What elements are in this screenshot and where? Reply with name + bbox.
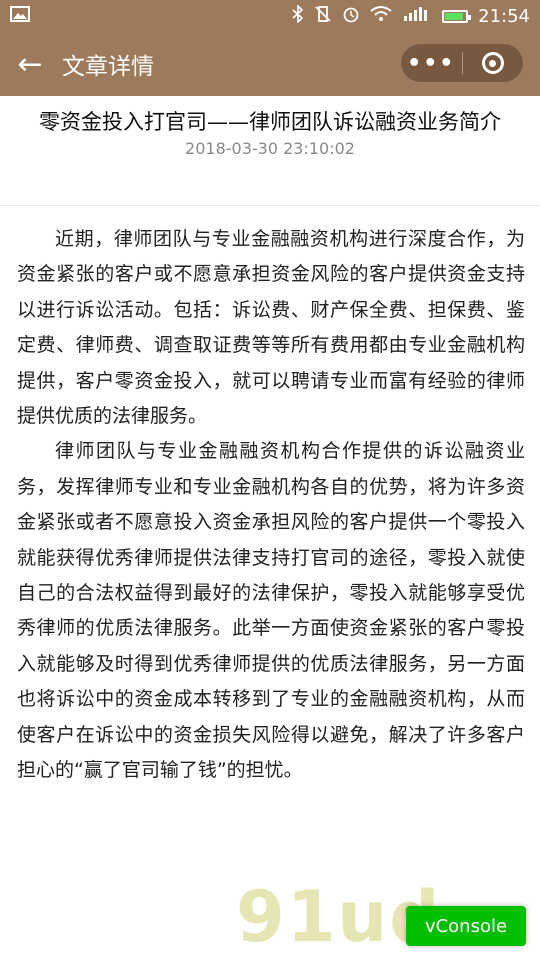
more-dots-icon: ••• bbox=[407, 50, 456, 76]
status-time: 21:54 bbox=[478, 5, 530, 27]
status-bar: 21:54 bbox=[0, 0, 540, 32]
top-nav-bar: ← 文章详情 ••• bbox=[0, 32, 540, 96]
article-title: 零资金投入打官司——律师团队诉讼融资业务简介 bbox=[39, 110, 501, 134]
vconsole-button[interactable]: vConsole bbox=[406, 906, 526, 946]
bluetooth-icon bbox=[292, 3, 304, 28]
mini-program-capsule: ••• bbox=[400, 43, 524, 83]
vibrate-off-icon bbox=[314, 5, 332, 28]
battery-icon bbox=[442, 9, 472, 23]
article-paragraph: 律师团队与专业金融融资机构合作提供的诉讼融资业务，发挥律师专业和专业金融机构各自… bbox=[17, 440, 525, 782]
close-circle-icon bbox=[481, 52, 504, 74]
article-header: 零资金投入打官司——律师团队诉讼融资业务简介 2018-03-30 23:10:… bbox=[0, 96, 540, 206]
wifi-icon bbox=[370, 5, 392, 27]
back-button[interactable]: ← bbox=[0, 32, 60, 96]
article-paragraph: 近期，律师团队与专业金融融资机构进行深度合作，为资金紧张的客户或不愿意承担资金风… bbox=[17, 228, 525, 428]
back-arrow-icon: ← bbox=[17, 46, 43, 82]
more-button[interactable]: ••• bbox=[401, 44, 462, 82]
close-button[interactable] bbox=[462, 44, 523, 82]
status-bar-left bbox=[10, 5, 30, 27]
image-icon bbox=[10, 5, 30, 27]
alarm-icon bbox=[342, 5, 360, 28]
signal-icon bbox=[402, 6, 432, 27]
article-body: 近期，律师团队与专业金融融资机构进行深度合作，为资金紧张的客户或不愿意承担资金风… bbox=[17, 222, 525, 789]
article-date: 2018-03-30 23:10:02 bbox=[185, 139, 355, 158]
status-bar-right: 21:54 bbox=[292, 3, 530, 28]
page-title: 文章详情 bbox=[62, 54, 154, 80]
